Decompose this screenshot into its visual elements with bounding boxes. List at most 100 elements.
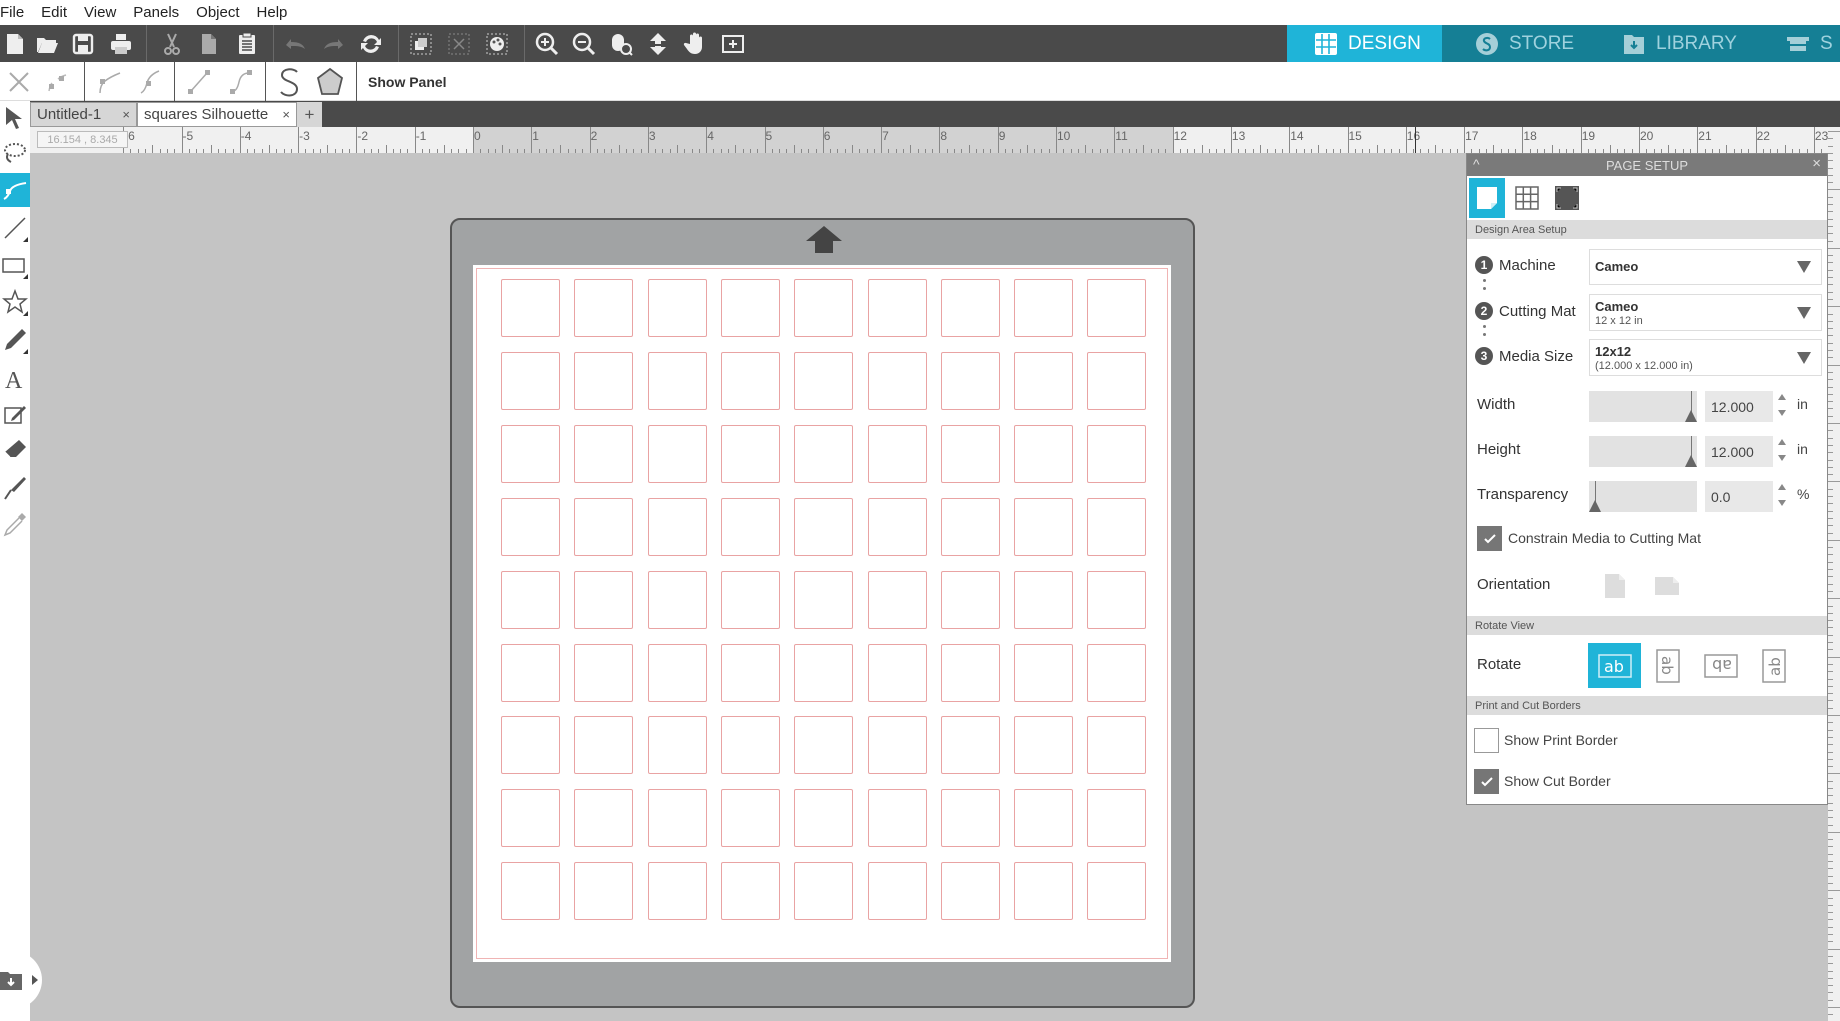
doc-tab-untitled[interactable]: Untitled-1 ×	[30, 102, 137, 127]
tab-library[interactable]: LIBRARY	[1622, 25, 1782, 62]
eyedropper-tool[interactable]	[0, 507, 30, 541]
menu-panels[interactable]: Panels	[133, 4, 188, 21]
square-shape[interactable]	[794, 789, 854, 848]
width-spinner[interactable]	[1778, 394, 1788, 422]
copy-button[interactable]	[194, 29, 224, 59]
square-shape[interactable]	[501, 570, 560, 629]
square-shape[interactable]	[794, 351, 854, 410]
square-shape[interactable]	[1014, 351, 1074, 410]
square-shape[interactable]	[501, 279, 560, 337]
square-shape[interactable]	[1014, 570, 1074, 629]
cut-button[interactable]	[157, 29, 187, 59]
square-shape[interactable]	[940, 424, 1000, 483]
machine-dropdown[interactable]: Cameo	[1589, 249, 1822, 285]
square-shape[interactable]	[794, 716, 854, 775]
landscape-orientation-icon[interactable]	[1654, 576, 1680, 596]
transparency-slider[interactable]	[1589, 481, 1697, 512]
square-shape[interactable]	[501, 862, 560, 921]
square-shape[interactable]	[867, 497, 927, 556]
square-shape[interactable]	[867, 716, 927, 775]
square-shape[interactable]	[867, 351, 927, 410]
knife-tool[interactable]	[0, 471, 30, 505]
tab-send[interactable]: S	[1786, 25, 1840, 62]
menu-help[interactable]: Help	[257, 4, 297, 21]
square-shape[interactable]	[1014, 497, 1074, 556]
menu-view[interactable]: View	[84, 4, 125, 21]
redo-button[interactable]	[318, 29, 348, 59]
square-shape[interactable]	[1087, 643, 1147, 702]
close-tab-icon[interactable]: ×	[282, 107, 290, 122]
zoom-in-button[interactable]	[532, 29, 562, 59]
square-shape[interactable]	[940, 862, 1000, 921]
curve-button[interactable]	[224, 65, 258, 99]
sketch-tool[interactable]	[0, 397, 30, 431]
square-shape[interactable]	[940, 497, 1000, 556]
transparency-spinner[interactable]	[1778, 484, 1788, 512]
lasso-tool[interactable]	[0, 136, 30, 170]
square-shape[interactable]	[867, 570, 927, 629]
square-shape[interactable]	[720, 279, 780, 337]
rectangle-tool[interactable]	[0, 248, 30, 282]
square-shape[interactable]	[794, 279, 854, 337]
square-shape[interactable]	[1087, 279, 1147, 337]
square-shape[interactable]	[647, 279, 707, 337]
menu-edit[interactable]: Edit	[41, 4, 76, 21]
square-shape[interactable]	[720, 497, 780, 556]
collapse-icon[interactable]: ^	[1473, 156, 1480, 172]
square-shape[interactable]	[501, 424, 560, 483]
tab-design[interactable]: DESIGN	[1287, 25, 1442, 62]
transparency-input[interactable]: 0.0	[1705, 481, 1773, 512]
zoom-selection-button[interactable]	[606, 29, 636, 59]
width-input[interactable]: 12.000	[1705, 391, 1773, 422]
close-tab-icon[interactable]: ×	[122, 107, 130, 122]
slider-thumb[interactable]	[1685, 410, 1697, 422]
line-tool[interactable]	[0, 211, 30, 245]
square-shape[interactable]	[574, 570, 634, 629]
eraser-tool[interactable]	[0, 433, 30, 467]
page-setup-tab[interactable]	[1469, 178, 1505, 218]
square-shape[interactable]	[720, 424, 780, 483]
polygon-tool[interactable]	[0, 285, 30, 319]
media-size-dropdown[interactable]: 12x12 (12.000 x 12.000 in)	[1589, 339, 1822, 376]
fit-to-window-button[interactable]	[718, 29, 748, 59]
slider-thumb[interactable]	[1589, 500, 1601, 512]
width-slider[interactable]	[1589, 391, 1697, 422]
square-shape[interactable]	[647, 424, 707, 483]
square-shape[interactable]	[940, 279, 1000, 337]
square-shape[interactable]	[501, 643, 560, 702]
square-shape[interactable]	[574, 497, 634, 556]
square-shape[interactable]	[574, 716, 634, 775]
save-button[interactable]	[68, 29, 98, 59]
doc-tab-squares[interactable]: squares Silhouette ×	[137, 102, 297, 127]
square-shape[interactable]	[1014, 424, 1074, 483]
square-shape[interactable]	[647, 716, 707, 775]
square-shape[interactable]	[501, 716, 560, 775]
square-shape[interactable]	[647, 351, 707, 410]
library-panel-toggle[interactable]	[0, 951, 42, 1009]
show-print-border-checkbox[interactable]	[1474, 728, 1499, 753]
square-shape[interactable]	[940, 789, 1000, 848]
square-shape[interactable]	[1014, 279, 1074, 337]
rotate-90-button[interactable]: ab	[1641, 643, 1694, 688]
print-button[interactable]	[106, 29, 136, 59]
show-cut-border-checkbox[interactable]	[1474, 769, 1499, 794]
square-shape[interactable]	[1014, 862, 1074, 921]
square-shape[interactable]	[1014, 716, 1074, 775]
cutting-mat-dropdown[interactable]: Cameo 12 x 12 in	[1589, 294, 1822, 331]
registration-marks-tab[interactable]	[1549, 178, 1585, 218]
square-shape[interactable]	[501, 789, 560, 848]
square-shape[interactable]	[1087, 497, 1147, 556]
square-shape[interactable]	[1087, 424, 1147, 483]
tab-store[interactable]: STORE	[1475, 25, 1625, 62]
square-shape[interactable]	[720, 643, 780, 702]
square-shape[interactable]	[574, 643, 634, 702]
square-shape[interactable]	[940, 570, 1000, 629]
portrait-orientation-icon[interactable]	[1604, 573, 1626, 599]
square-shape[interactable]	[794, 497, 854, 556]
open-file-button[interactable]	[32, 29, 62, 59]
square-shape[interactable]	[647, 497, 707, 556]
constrain-media-checkbox[interactable]	[1477, 526, 1502, 551]
drag-view-button[interactable]	[643, 29, 673, 59]
text-tool[interactable]: A	[0, 361, 30, 395]
square-shape[interactable]	[867, 279, 927, 337]
